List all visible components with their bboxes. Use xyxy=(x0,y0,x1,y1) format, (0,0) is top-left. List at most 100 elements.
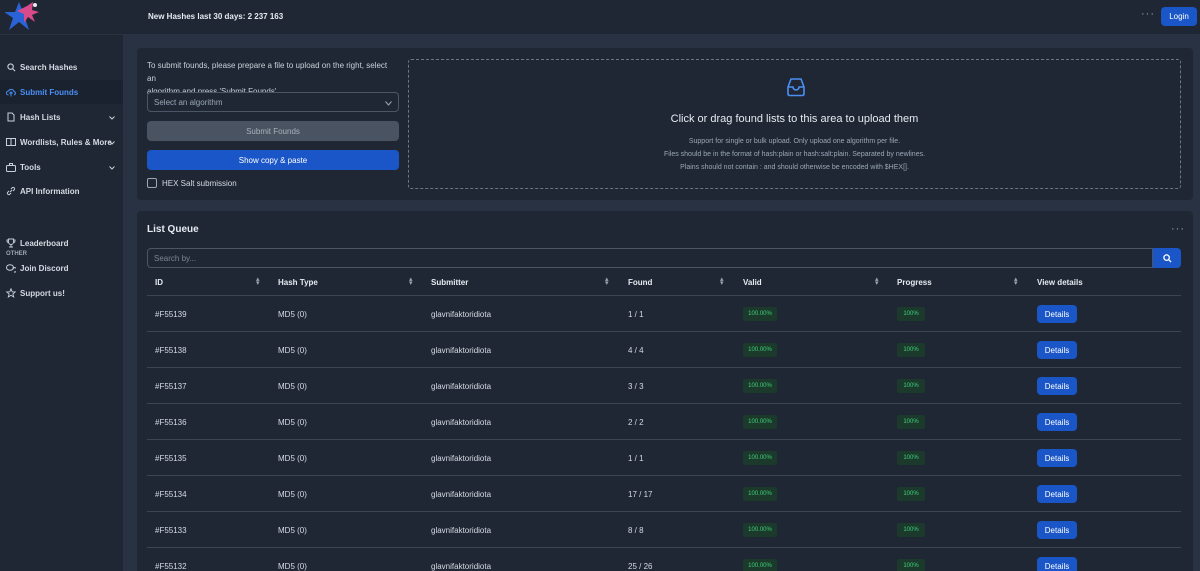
valid-badge: 100.00% xyxy=(743,487,777,501)
cell-found: 3 / 3 xyxy=(628,382,644,391)
table-row: #F55134 MD5 (0) glavnifaktoridiota 17 / … xyxy=(147,476,1181,512)
top-bar: New Hashes last 30 days: 2 237 163 ··· L… xyxy=(0,0,1200,35)
cell-submitter: glavnifaktoridiota xyxy=(431,490,492,499)
cell-id: #F55132 xyxy=(155,562,187,571)
details-button[interactable]: Details xyxy=(1037,485,1077,503)
sidebar-item-label: Leaderboard xyxy=(20,238,69,248)
dropzone-title: Click or drag found lists to this area t… xyxy=(670,113,919,125)
sidebar-item-search-hashes[interactable]: Search Hashes xyxy=(0,55,123,79)
sidebar-item-support-us[interactable]: Support us! xyxy=(0,281,123,305)
upload-dropzone[interactable]: Click or drag found lists to this area t… xyxy=(408,59,1181,189)
column-header-found[interactable]: Found xyxy=(628,278,652,287)
valid-badge: 100.00% xyxy=(743,559,777,571)
dropzone-hint: Support for single or bulk upload. Only … xyxy=(688,138,901,145)
cell-found: 1 / 1 xyxy=(628,310,644,319)
chevron-down-icon xyxy=(109,163,115,172)
star-icon xyxy=(6,288,16,298)
search-input[interactable] xyxy=(147,248,1153,268)
submit-founds-button[interactable]: Submit Founds xyxy=(147,121,399,141)
cell-submitter: glavnifaktoridiota xyxy=(431,382,492,391)
details-button[interactable]: Details xyxy=(1037,377,1077,395)
sidebar-item-hash-lists[interactable]: Hash Lists xyxy=(0,105,123,129)
sidebar-item-label: Tools xyxy=(20,162,41,172)
cell-hash-type: MD5 (0) xyxy=(278,346,307,355)
valid-badge: 100.00% xyxy=(743,451,777,465)
sidebar-item-api-information[interactable]: API Information xyxy=(0,179,123,203)
cell-id: #F55135 xyxy=(155,454,187,463)
cell-found: 8 / 8 xyxy=(628,526,644,535)
sidebar-item-wordlists[interactable]: Wordlists, Rules & More xyxy=(0,130,123,154)
details-button[interactable]: Details xyxy=(1037,413,1077,431)
link-icon xyxy=(6,186,16,196)
cell-hash-type: MD5 (0) xyxy=(278,382,307,391)
column-header-progress[interactable]: Progress xyxy=(897,278,932,287)
details-button[interactable]: Details xyxy=(1037,557,1077,571)
chevron-down-icon xyxy=(385,99,392,108)
column-header-id[interactable]: ID xyxy=(155,278,163,287)
sidebar-item-label: API Information xyxy=(20,186,80,196)
sort-icon[interactable]: ▴ ▾ xyxy=(720,276,724,287)
cell-found: 2 / 2 xyxy=(628,418,644,427)
column-header-valid[interactable]: Valid xyxy=(743,278,762,287)
cell-hash-type: MD5 (0) xyxy=(278,454,307,463)
sidebar-item-label: Wordlists, Rules & More xyxy=(20,137,112,147)
chevron-down-icon xyxy=(109,138,115,147)
cell-id: #F55139 xyxy=(155,310,187,319)
sidebar-item-leaderboard[interactable]: Leaderboard xyxy=(0,231,123,255)
cell-submitter: glavnifaktoridiota xyxy=(431,418,492,427)
progress-badge: 100% xyxy=(897,523,925,537)
trophy-icon xyxy=(6,238,16,248)
show-copy-paste-button[interactable]: Show copy & paste xyxy=(147,150,399,170)
hex-salt-checkbox[interactable]: HEX Salt submission xyxy=(147,178,237,188)
cell-id: #F55138 xyxy=(155,346,187,355)
sort-icon[interactable]: ▴ ▾ xyxy=(875,276,879,287)
table-row: #F55136 MD5 (0) glavnifaktoridiota 2 / 2… xyxy=(147,404,1181,440)
cell-submitter: glavnifaktoridiota xyxy=(431,562,492,571)
more-options-icon[interactable]: ··· xyxy=(1171,223,1185,235)
checkbox[interactable] xyxy=(147,178,157,188)
progress-badge: 100% xyxy=(897,343,925,357)
cell-found: 17 / 17 xyxy=(628,490,653,499)
search-icon xyxy=(1162,253,1172,263)
valid-badge: 100.00% xyxy=(743,343,777,357)
details-button[interactable]: Details xyxy=(1037,305,1077,323)
login-button[interactable]: Login xyxy=(1161,7,1197,26)
sidebar-item-tools[interactable]: Tools xyxy=(0,155,123,179)
column-header-submitter[interactable]: Submitter xyxy=(431,278,468,287)
progress-badge: 100% xyxy=(897,415,925,429)
progress-badge: 100% xyxy=(897,451,925,465)
sort-icon[interactable]: ▴ ▾ xyxy=(605,276,609,287)
cell-hash-type: MD5 (0) xyxy=(278,562,307,571)
details-button[interactable]: Details xyxy=(1037,521,1077,539)
algorithm-select[interactable]: Select an algorithm xyxy=(147,92,399,112)
cell-found: 1 / 1 xyxy=(628,454,644,463)
valid-badge: 100.00% xyxy=(743,307,777,321)
table-header: ID ▴ ▾ Hash Type ▴ ▾ Submitter ▴ ▾ Found ▴ ▾… xyxy=(147,270,1181,296)
more-options-icon[interactable]: ··· xyxy=(1141,8,1155,20)
cell-submitter: glavnifaktoridiota xyxy=(431,310,492,319)
cell-hash-type: MD5 (0) xyxy=(278,490,307,499)
search-button[interactable] xyxy=(1153,248,1181,268)
dropzone-hint: Plains should not contain : and should o… xyxy=(680,164,909,171)
sort-icon[interactable]: ▴ ▾ xyxy=(409,276,413,287)
cell-hash-type: MD5 (0) xyxy=(278,526,307,535)
file-icon xyxy=(6,112,16,122)
list-queue-title: List Queue xyxy=(147,224,199,235)
sidebar-item-label: Hash Lists xyxy=(20,112,61,122)
sidebar-item-submit-founds[interactable]: Submit Founds xyxy=(0,80,123,104)
sidebar-item-join-discord[interactable]: Join Discord xyxy=(0,256,123,280)
details-button[interactable]: Details xyxy=(1037,449,1077,467)
cell-id: #F55133 xyxy=(155,526,187,535)
sort-icon[interactable]: ▴ ▾ xyxy=(1014,276,1018,287)
table-row: #F55138 MD5 (0) glavnifaktoridiota 4 / 4… xyxy=(147,332,1181,368)
logo[interactable] xyxy=(5,0,43,34)
column-header-hash-type[interactable]: Hash Type xyxy=(278,278,318,287)
new-hashes-stat: New Hashes last 30 days: 2 237 163 xyxy=(148,12,284,21)
search-icon xyxy=(6,62,16,72)
cell-id: #F55137 xyxy=(155,382,187,391)
details-button[interactable]: Details xyxy=(1037,341,1077,359)
valid-badge: 100.00% xyxy=(743,415,777,429)
valid-badge: 100.00% xyxy=(743,379,777,393)
book-icon xyxy=(6,137,16,147)
sort-icon[interactable]: ▴ ▾ xyxy=(256,276,260,287)
